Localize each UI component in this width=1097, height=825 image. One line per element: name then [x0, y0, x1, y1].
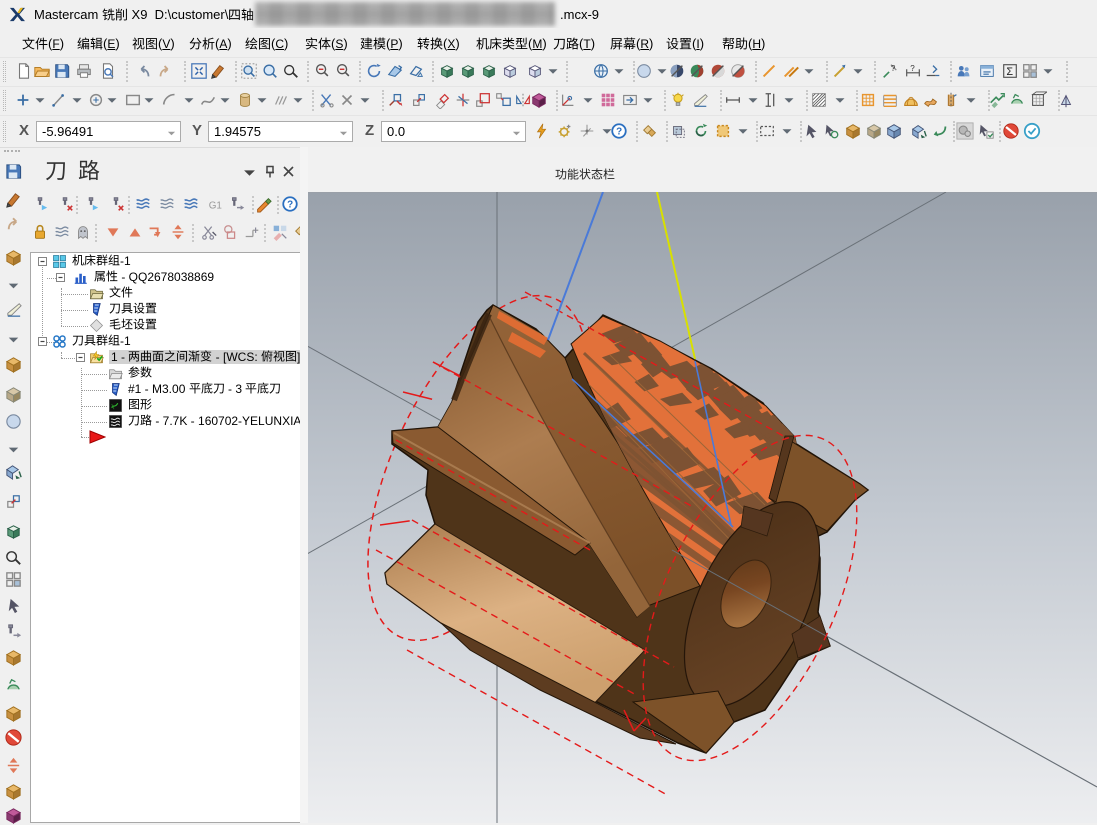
- svg-text:?: ?: [616, 127, 622, 138]
- svg-text:?: ?: [287, 200, 293, 211]
- svg-text:?: ?: [910, 64, 915, 73]
- svg-text:Σ: Σ: [1006, 66, 1013, 78]
- svg-text:?: ?: [891, 64, 896, 73]
- svg-text:G1: G1: [209, 201, 223, 212]
